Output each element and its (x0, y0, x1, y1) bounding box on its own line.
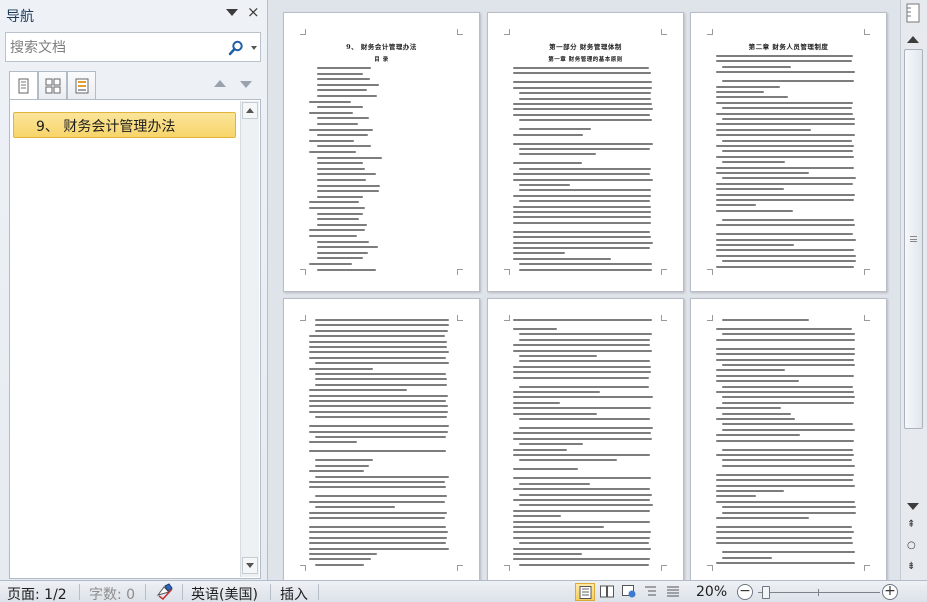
thumbnails-view-icon (45, 78, 61, 94)
web-layout-view-button[interactable] (619, 583, 639, 601)
zoom-slider-track[interactable] (758, 592, 880, 593)
search-icon[interactable] (228, 40, 244, 56)
zoom-out-button[interactable]: − (737, 584, 753, 600)
previous-page-icon[interactable]: ⇞ (907, 519, 915, 530)
page-number-status[interactable]: 页面: 1/2 (7, 584, 67, 602)
page-subheading: 目 录 (374, 57, 389, 63)
web-layout-icon (622, 585, 636, 598)
search-box[interactable] (5, 32, 261, 62)
full-screen-reading-view-button[interactable] (597, 583, 617, 601)
heading-item[interactable]: 9、 财务会计管理办法 (13, 112, 236, 138)
tab-browse-pages[interactable] (38, 71, 67, 100)
nav-pane-options-chevron-icon[interactable] (226, 9, 238, 16)
draft-icon (667, 586, 679, 597)
zoom-in-button[interactable]: + (882, 584, 898, 600)
zoom-level[interactable]: 20% (696, 584, 727, 600)
page-thumbnail-3: 第二章 财务人员管理制度 (690, 12, 887, 292)
page-heading: 第二章 财务人员管理制度 (748, 43, 829, 51)
outline-view-button[interactable] (641, 583, 661, 601)
results-view-icon (75, 78, 89, 94)
next-page-icon[interactable]: ⇟ (907, 561, 915, 572)
page-heading: 第一部分 财务管理体制 (549, 43, 622, 51)
document-area: 9、 财务会计管理办法目 录第一部分 财务管理体制 第一章 财务管理的基本原则 第二… (269, 0, 900, 580)
reading-view-icon (600, 585, 614, 598)
headings-scroll-down-button[interactable] (242, 557, 258, 574)
nav-pane-close-icon[interactable]: × (247, 3, 260, 21)
page-heading: 9、 财务会计管理办法 (346, 43, 417, 51)
proofing-errors-icon[interactable] (155, 583, 175, 600)
page-thumbnail-6 (690, 298, 887, 580)
navigation-pane: 导航 × 9、 财务会计管理办法 (0, 0, 268, 580)
headings-scrollbar[interactable] (240, 101, 259, 577)
outline-icon (645, 586, 656, 596)
print-layout-view-button[interactable] (575, 583, 595, 601)
previous-heading-arrow-icon[interactable] (214, 80, 226, 87)
grip-icon (910, 236, 917, 242)
page-subheading: 第一章 财务管理的基本原则 (548, 57, 623, 63)
nav-pane-title: 导航 (6, 9, 34, 25)
page-thumbnail-4 (283, 298, 480, 580)
insert-mode-status[interactable]: 插入 (280, 584, 308, 602)
scroll-down-arrow-icon[interactable] (907, 503, 919, 510)
print-layout-icon (579, 586, 592, 599)
draft-view-button[interactable] (663, 583, 683, 601)
headings-list: 9、 财务会计管理办法 (9, 99, 261, 579)
headings-scroll-up-button[interactable] (242, 102, 258, 119)
zoom-slider-thumb[interactable] (762, 586, 770, 599)
page-thumbnail-2: 第一部分 财务管理体制 第一章 财务管理的基本原则 (487, 12, 684, 292)
view-ruler-icon[interactable] (906, 3, 920, 23)
select-browse-object-icon[interactable]: ○ (907, 540, 916, 551)
word-count-status[interactable]: 字数: 0 (89, 584, 135, 602)
zoom-100-tick (818, 589, 819, 596)
search-options-chevron-down-icon[interactable] (251, 46, 257, 50)
search-input[interactable] (10, 38, 216, 58)
tab-browse-results[interactable] (67, 71, 96, 100)
language-status[interactable]: 英语(美国) (191, 584, 258, 602)
headings-view-icon (18, 78, 29, 94)
scroll-thumb[interactable] (904, 49, 923, 429)
page-thumbnail-1: 9、 财务会计管理办法目 录 (283, 12, 480, 292)
vertical-scrollbar[interactable]: ⇞ ○ ⇟ (900, 0, 927, 580)
next-heading-arrow-icon[interactable] (240, 81, 252, 88)
scroll-up-arrow-icon[interactable] (907, 36, 919, 43)
status-bar: 页面: 1/2 字数: 0 英语(美国) 插入 20% − + (0, 580, 927, 602)
tab-browse-headings[interactable] (9, 71, 38, 100)
page-thumbnail-5 (487, 298, 684, 580)
